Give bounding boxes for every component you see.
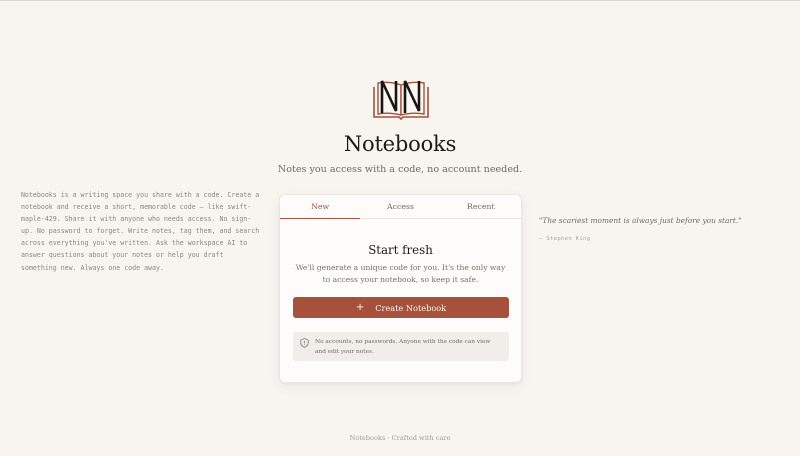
privacy-notice: No accounts, no passwords. Anyone with t… bbox=[293, 332, 509, 361]
tab-recent[interactable]: Recent bbox=[441, 195, 521, 218]
footer-text: Notebooks · Crafted with care bbox=[349, 434, 451, 442]
create-notebook-button[interactable]: + Create Notebook bbox=[293, 297, 509, 318]
plus-icon: + bbox=[355, 302, 365, 313]
page-title: Notebooks bbox=[343, 132, 457, 156]
start-fresh-heading: Start fresh bbox=[368, 243, 433, 257]
shield-icon bbox=[300, 338, 309, 348]
quote-text: "The scariest moment is always just befo… bbox=[539, 216, 742, 225]
page-subtitle: Notes you access with a code, no account… bbox=[277, 164, 523, 175]
start-fresh-description: We'll generate a unique code for you. It… bbox=[295, 263, 506, 285]
tab-access[interactable]: Access bbox=[360, 195, 440, 218]
privacy-notice-text: No accounts, no passwords. Anyone with t… bbox=[315, 339, 491, 355]
tab-new[interactable]: New bbox=[280, 195, 361, 219]
open-book-logo-icon bbox=[373, 80, 429, 121]
quote-author: — Stephen King bbox=[539, 236, 591, 242]
intro-description: Notebooks is a writing space you share w… bbox=[21, 191, 260, 272]
create-notebook-label: Create Notebook bbox=[375, 302, 447, 313]
tab-bar: New Access Recent bbox=[280, 195, 521, 219]
notebook-card: New Access Recent Start fresh We'll gene… bbox=[279, 194, 522, 383]
